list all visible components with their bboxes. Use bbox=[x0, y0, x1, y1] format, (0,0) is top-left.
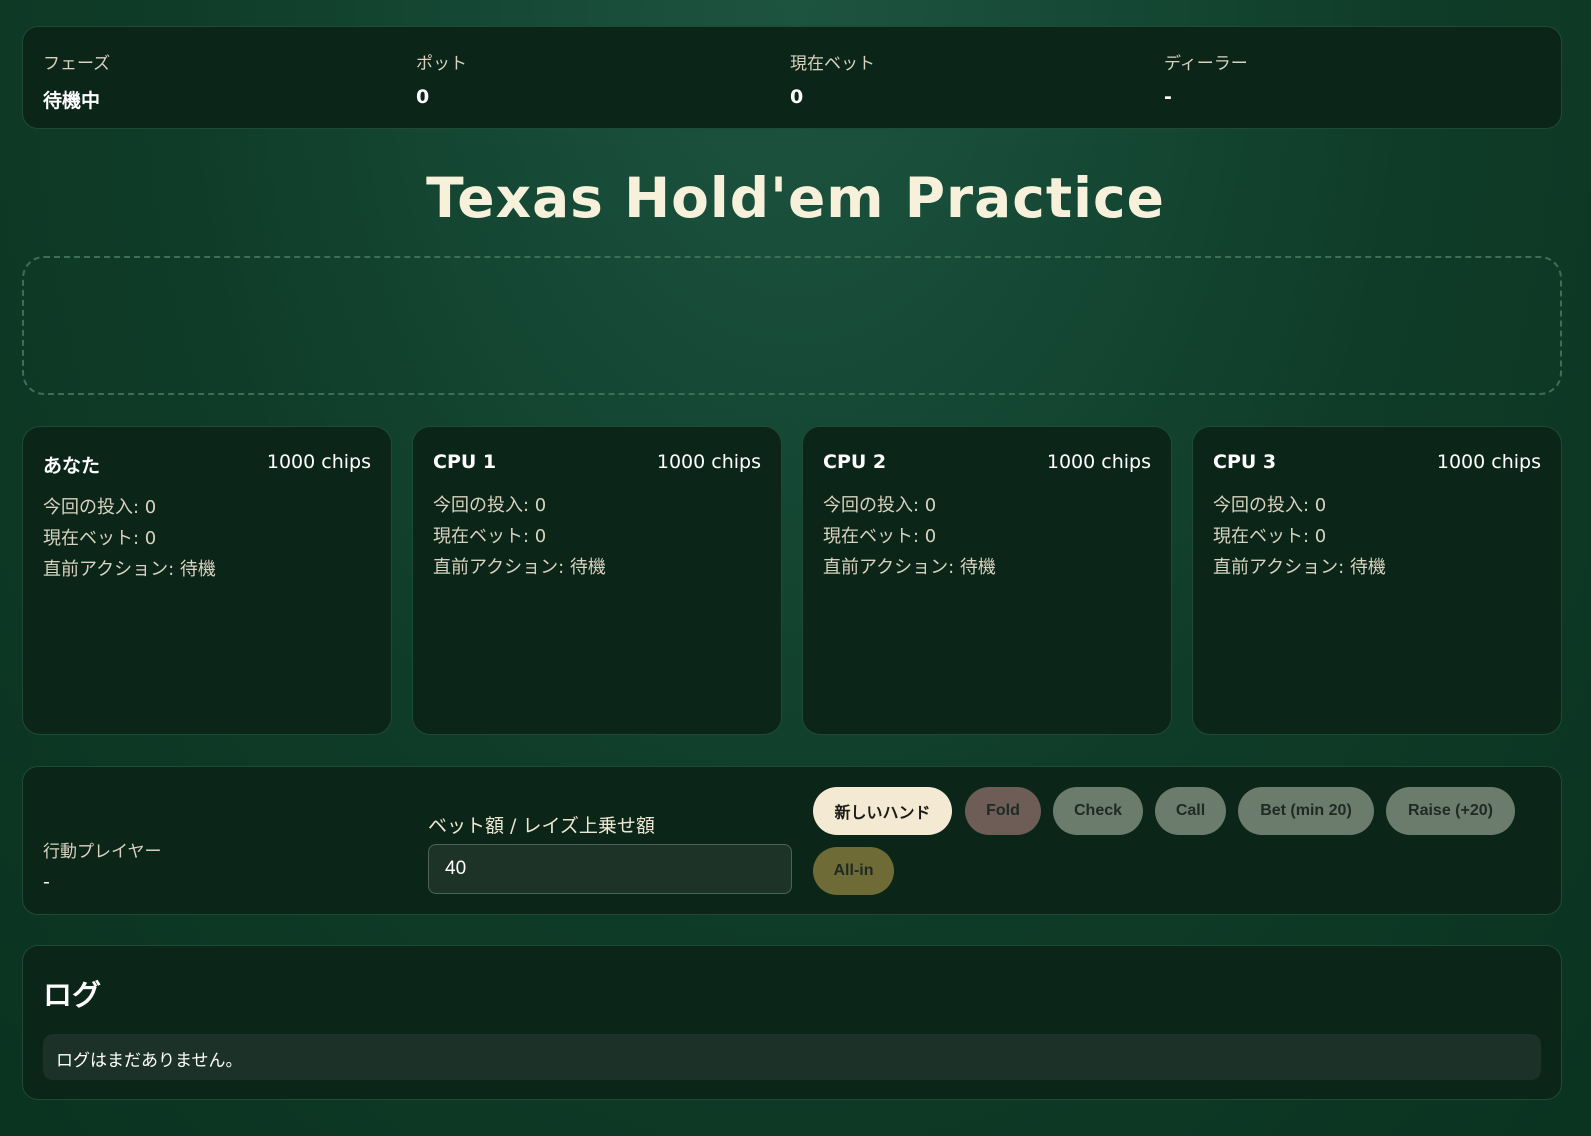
player-name: CPU 2 bbox=[823, 451, 887, 473]
current-bet-stat: 現在ベット 0 bbox=[790, 49, 875, 108]
player-last-action: 直前アクション: 待機 bbox=[433, 557, 606, 578]
dealer-value: - bbox=[1164, 86, 1172, 108]
player-bet: 現在ベット: 0 bbox=[1213, 526, 1327, 547]
new-hand-button[interactable]: 新しいハンド bbox=[813, 787, 952, 835]
acting-player-value: - bbox=[43, 871, 50, 893]
log-empty-message: ログはまだありません。 bbox=[43, 1034, 1541, 1080]
dealer-label: ディーラー bbox=[1164, 54, 1248, 74]
action-controls: 行動プレイヤー - ベット額 / レイズ上乗せ額 新しいハンド Fold Che… bbox=[22, 766, 1562, 915]
raise-button[interactable]: Raise (+20) bbox=[1386, 787, 1515, 835]
fold-button[interactable]: Fold bbox=[965, 787, 1041, 835]
player-contributed: 今回の投入: 0 bbox=[1213, 495, 1327, 516]
player-chips: 1000 chips bbox=[1046, 451, 1151, 473]
page-title: Texas Hold'em Practice bbox=[426, 166, 1165, 230]
player-card-cpu1: CPU 1 1000 chips 今回の投入: 0 現在ベット: 0 直前アクシ… bbox=[412, 426, 782, 735]
player-header: あなた 1000 chips bbox=[43, 449, 371, 479]
player-name: あなた bbox=[43, 455, 101, 477]
current-bet-label: 現在ベット bbox=[790, 54, 875, 74]
pot-stat: ポット 0 bbox=[416, 49, 467, 108]
player-contributed: 今回の投入: 0 bbox=[43, 497, 157, 518]
current-bet-value: 0 bbox=[790, 86, 804, 108]
player-card-cpu2: CPU 2 1000 chips 今回の投入: 0 現在ベット: 0 直前アクシ… bbox=[802, 426, 1172, 735]
player-name: CPU 1 bbox=[433, 451, 497, 473]
phase-label: フェーズ bbox=[43, 54, 111, 74]
player-card-you: あなた 1000 chips 今回の投入: 0 現在ベット: 0 直前アクション… bbox=[22, 426, 392, 735]
player-last-action: 直前アクション: 待機 bbox=[1213, 557, 1386, 578]
phase-stat: フェーズ 待機中 bbox=[43, 49, 110, 113]
player-contributed: 今回の投入: 0 bbox=[433, 495, 547, 516]
phase-value: 待機中 bbox=[43, 90, 101, 112]
player-name: CPU 3 bbox=[1213, 451, 1277, 473]
pot-value: 0 bbox=[416, 86, 430, 108]
player-header: CPU 3 1000 chips bbox=[1213, 449, 1541, 479]
player-chips: 1000 chips bbox=[266, 451, 371, 473]
player-bet: 現在ベット: 0 bbox=[43, 528, 157, 549]
player-chips: 1000 chips bbox=[656, 451, 761, 473]
bet-amount-input[interactable] bbox=[428, 844, 792, 894]
player-header: CPU 1 1000 chips bbox=[433, 449, 761, 479]
all-in-button[interactable]: All-in bbox=[813, 847, 894, 895]
player-header: CPU 2 1000 chips bbox=[823, 449, 1151, 479]
pot-label: ポット bbox=[416, 54, 467, 74]
player-last-action: 直前アクション: 待機 bbox=[823, 557, 996, 578]
log-title: ログ bbox=[43, 978, 102, 1012]
status-bar: フェーズ 待機中 ポット 0 現在ベット 0 ディーラー - bbox=[22, 26, 1562, 129]
acting-player-label: 行動プレイヤー bbox=[43, 842, 162, 862]
call-button[interactable]: Call bbox=[1155, 787, 1226, 835]
bet-amount-label: ベット額 / レイズ上乗せ額 bbox=[428, 815, 655, 837]
bet-button[interactable]: Bet (min 20) bbox=[1238, 787, 1374, 835]
player-card-cpu3: CPU 3 1000 chips 今回の投入: 0 現在ベット: 0 直前アクシ… bbox=[1192, 426, 1562, 735]
player-last-action: 直前アクション: 待機 bbox=[43, 559, 216, 580]
check-button[interactable]: Check bbox=[1053, 787, 1143, 835]
community-cards-area bbox=[22, 256, 1562, 395]
log-panel: ログ ログはまだありません。 bbox=[22, 945, 1562, 1100]
player-contributed: 今回の投入: 0 bbox=[823, 495, 937, 516]
player-bet: 現在ベット: 0 bbox=[433, 526, 547, 547]
dealer-stat: ディーラー - bbox=[1164, 49, 1248, 108]
player-bet: 現在ベット: 0 bbox=[823, 526, 937, 547]
player-chips: 1000 chips bbox=[1436, 451, 1541, 473]
